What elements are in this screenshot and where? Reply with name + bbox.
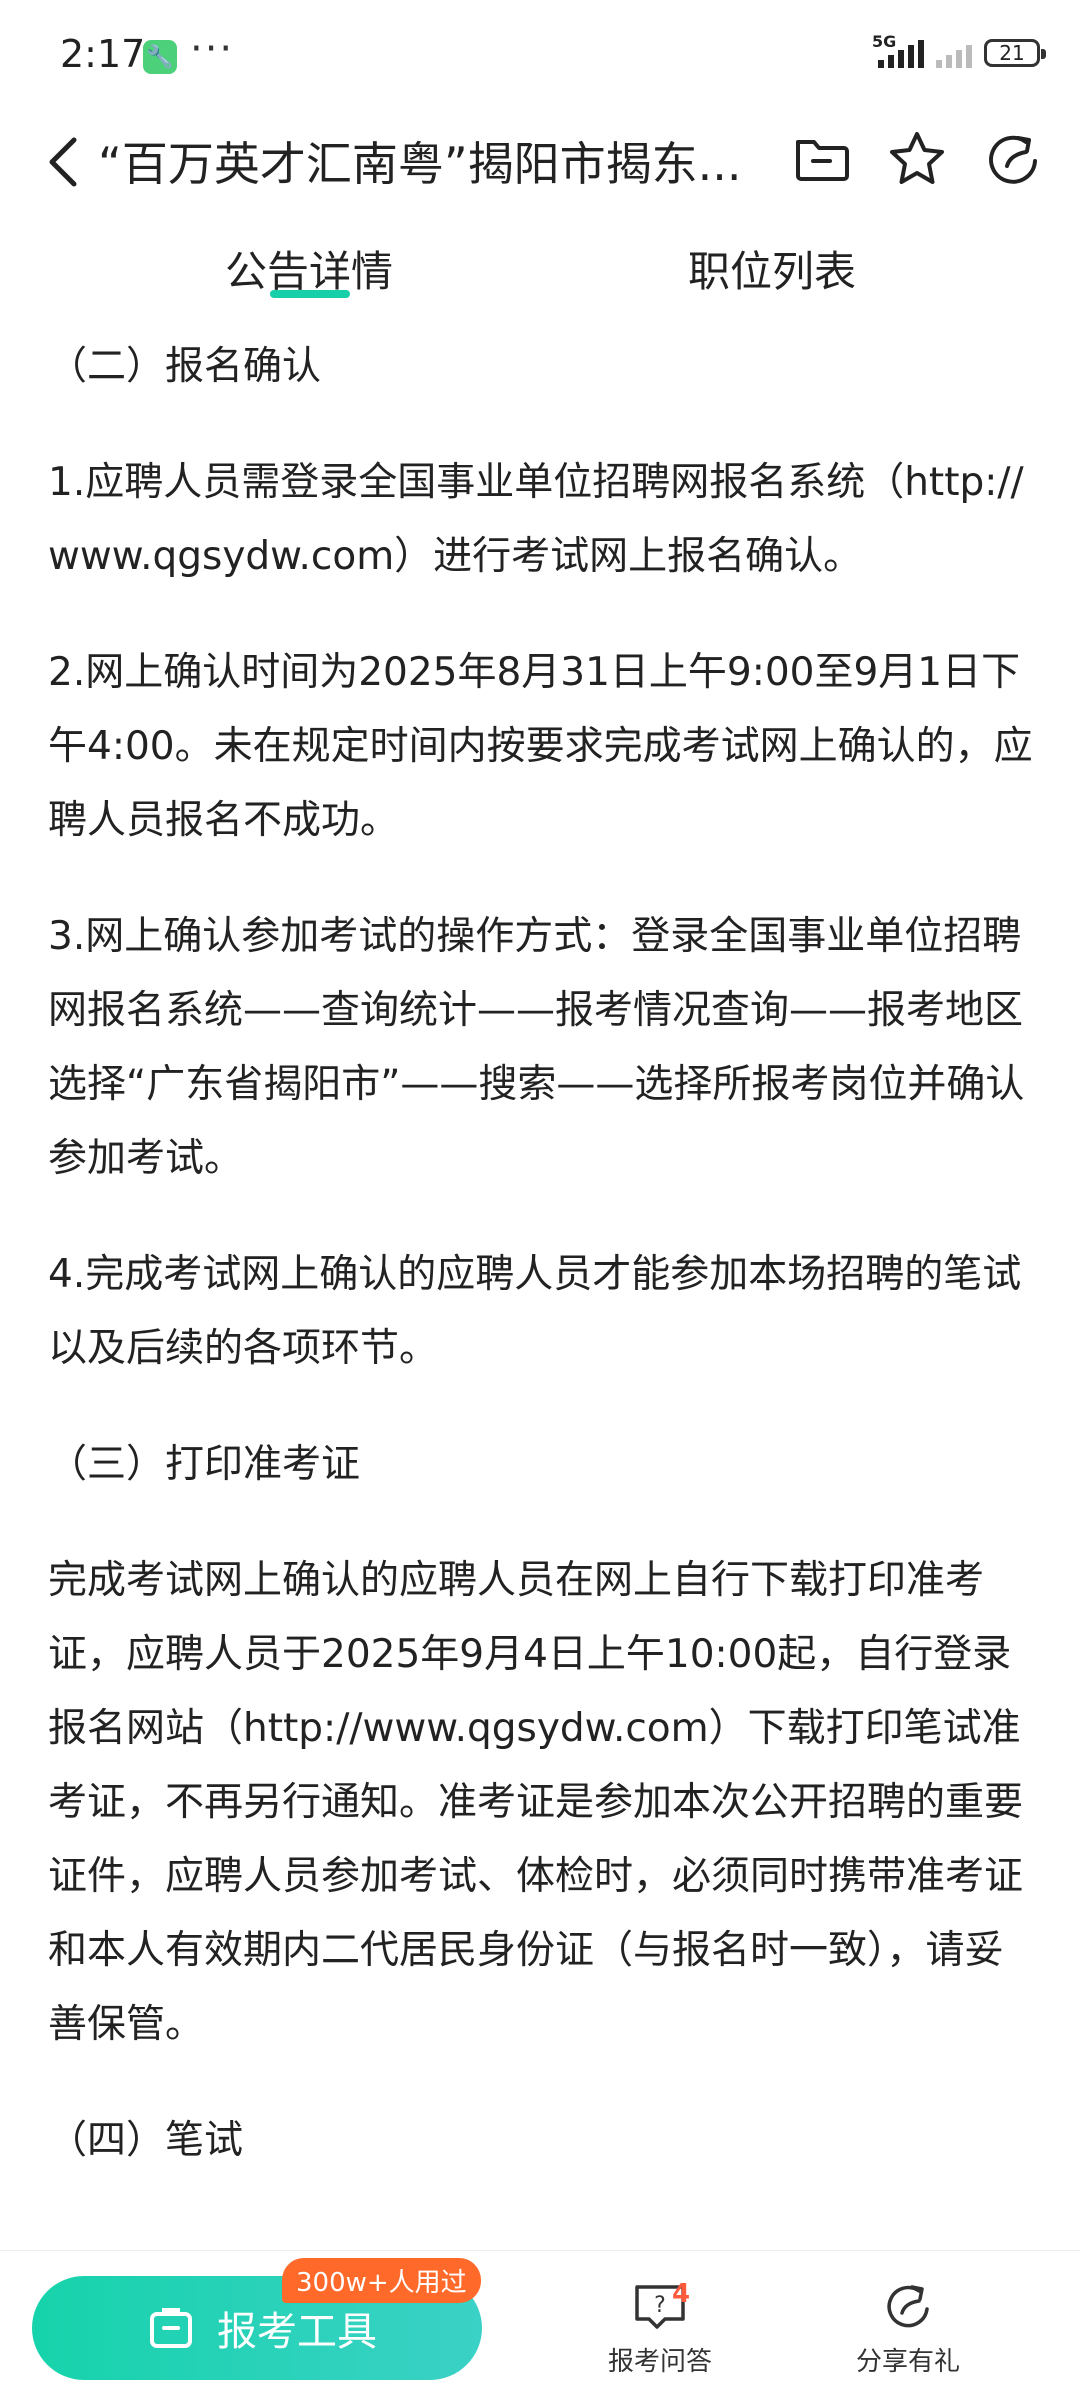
exam-tool-label: 报考工具	[217, 2309, 377, 2355]
exam-qa-button[interactable]: ? 4 报考问答	[590, 2279, 730, 2378]
section-heading: （四）笔试	[48, 2118, 244, 2163]
signal-weak-icon	[936, 38, 972, 68]
chevron-left-icon[interactable]	[40, 132, 90, 192]
paragraph: 完成考试网上确认的应聘人员在网上自行下载打印准考证，应聘人员于2025年9月4日…	[48, 1558, 1024, 2047]
star-icon[interactable]	[886, 128, 948, 190]
section-heading: （二）报名确认	[48, 344, 322, 389]
qa-count-badge: 4	[672, 2279, 691, 2309]
toolbox-icon	[150, 2308, 192, 2348]
paragraph: 1.应聘人员需登录全国事业单位招聘网报名系统（http://www.qgsydw…	[48, 460, 1024, 579]
battery-level: 21	[999, 41, 1025, 65]
tab-position-list[interactable]: 职位列表	[688, 238, 856, 299]
share-icon[interactable]	[982, 128, 1044, 190]
network-label: 5G	[872, 32, 897, 51]
share-reward-button[interactable]: 分享有礼	[838, 2281, 978, 2378]
bottom-bar: 报考工具 300w+人用过 ? 4 报考问答 分享有礼	[0, 2250, 1080, 2401]
exam-qa-label: 报考问答	[607, 2347, 712, 2377]
folder-icon[interactable]	[790, 128, 852, 190]
tab-active-indicator	[270, 290, 350, 298]
share-reward-label: 分享有礼	[855, 2347, 960, 2377]
svg-text:?: ?	[654, 2293, 666, 2318]
section-heading: （三）打印准考证	[48, 1442, 361, 1487]
usage-badge: 300w+人用过	[282, 2258, 481, 2303]
paragraph: 2.网上确认时间为2025年8月31日上午9:00至9月1日下午4:00。未在规…	[48, 650, 1033, 843]
app-notification-icon: 🔧	[143, 40, 177, 74]
paragraph: 4.完成考试网上确认的应聘人员才能参加本场招聘的笔试以及后续的各项环节。	[48, 1252, 1022, 1371]
signal-5g-icon: 5G	[872, 32, 924, 68]
status-indicators: 5G 21	[872, 32, 1046, 68]
nav-bar: “百万英才汇南粤”揭阳市揭东...	[0, 110, 1080, 220]
status-more-icon: ···	[190, 26, 235, 72]
tab-bar: 公告详情 职位列表	[0, 220, 1080, 320]
battery-icon: 21	[984, 39, 1046, 67]
status-bar: 2:17 🔧 ··· 5G 21	[0, 0, 1080, 115]
paragraph: 3.网上确认参加考试的操作方式：登录全国事业单位招聘网报名系统——查询统计——报…	[48, 914, 1025, 1181]
announcement-content: （二）报名确认 1.应聘人员需登录全国事业单位招聘网报名系统（http://ww…	[48, 330, 1038, 2220]
page-title: “百万英才汇南粤”揭阳市揭东...	[98, 137, 742, 191]
share-icon	[887, 2285, 929, 2328]
status-time: 2:17	[60, 32, 146, 76]
